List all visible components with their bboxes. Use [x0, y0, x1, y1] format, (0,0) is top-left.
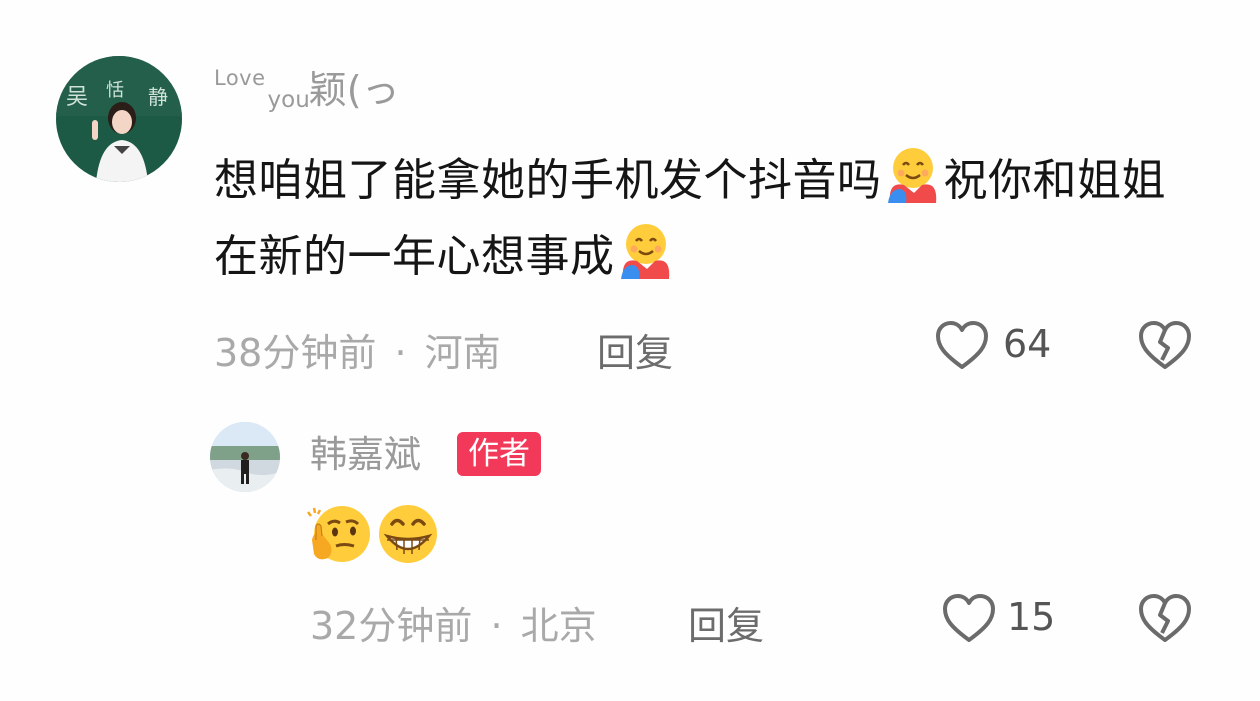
svg-text:静: 静 — [148, 86, 168, 109]
reply-button[interactable]: 回复 — [688, 595, 764, 650]
reply-text — [306, 500, 442, 568]
smiling-face-with-open-hands-emoji — [884, 145, 942, 203]
username-love: Love — [214, 66, 266, 90]
svg-text:恬: 恬 — [106, 80, 124, 100]
reply-time: 32分钟前 — [310, 604, 473, 648]
broken-heart-icon[interactable] — [1137, 593, 1193, 649]
username-you: you — [267, 87, 310, 113]
comment-meta: 38分钟前 · 河南 — [214, 322, 501, 377]
smiling-face-with-open-hands-emoji — [617, 221, 675, 279]
heart-outline-icon[interactable] — [941, 593, 997, 649]
avatar[interactable]: 吴 恬 静 — [56, 56, 182, 182]
username-rest: 颖(っ — [308, 68, 400, 112]
heart-outline-icon[interactable] — [934, 320, 990, 376]
meta-separator: · — [490, 604, 503, 648]
comment-username[interactable]: Loveyou颖(っ — [214, 64, 400, 118]
grinning-face-emoji — [374, 500, 442, 568]
thinking-face-emoji — [306, 500, 374, 568]
like-count: 15 — [1007, 595, 1056, 639]
meta-separator: · — [394, 331, 407, 375]
reply-meta: 32分钟前 · 北京 — [310, 595, 597, 650]
reply-location: 北京 — [520, 604, 597, 648]
like-count: 64 — [1003, 322, 1052, 366]
comment-time: 38分钟前 — [214, 331, 377, 375]
reply-avatar[interactable] — [210, 422, 280, 492]
comment-location: 河南 — [424, 331, 501, 375]
comment-text: 想咱姐了能拿她的手机发个抖音吗 祝你和姐姐在新的一年心想事成 — [214, 143, 1194, 295]
broken-heart-icon[interactable] — [1137, 320, 1193, 376]
comment-text-part1: 想咱姐了能拿她的手机发个抖音吗 — [214, 155, 882, 206]
reply-button[interactable]: 回复 — [597, 322, 673, 377]
author-badge: 作者 — [457, 432, 541, 476]
reply-username[interactable]: 韩嘉斌 — [310, 431, 421, 479]
svg-text:吴: 吴 — [66, 84, 88, 109]
